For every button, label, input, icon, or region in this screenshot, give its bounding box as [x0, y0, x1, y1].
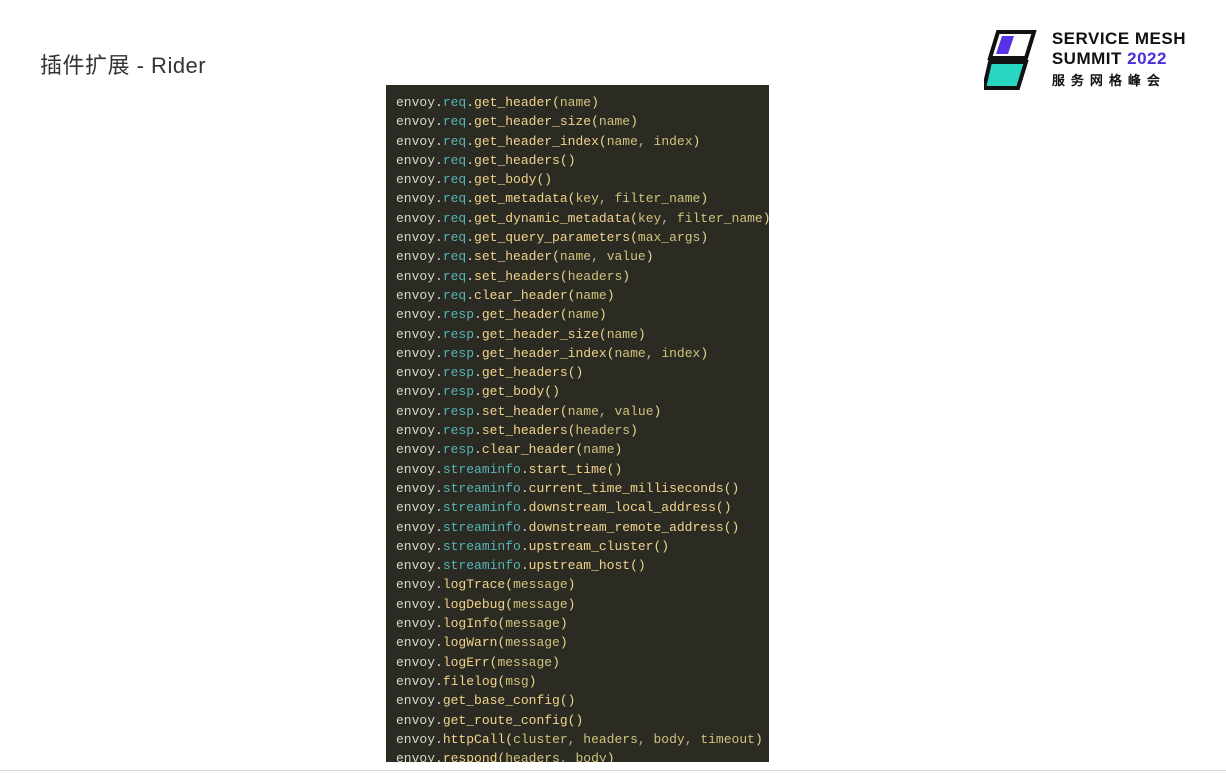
code-line: envoy.resp.get_header_size(name) [396, 325, 759, 344]
code-line: envoy.resp.set_headers(headers) [396, 421, 759, 440]
code-line: envoy.respond(headers, body) [396, 749, 759, 762]
code-line: envoy.resp.get_header_index(name, index) [396, 344, 759, 363]
code-line: envoy.req.clear_header(name) [396, 286, 759, 305]
code-line: envoy.streaminfo.downstream_local_addres… [396, 498, 759, 517]
page-title: 插件扩展 - Rider [40, 48, 206, 80]
code-line: envoy.resp.get_body() [396, 382, 759, 401]
footer-divider [0, 770, 1226, 771]
code-line: envoy.req.get_metadata(key, filter_name) [396, 189, 759, 208]
code-line: envoy.logTrace(message) [396, 575, 759, 594]
code-line: envoy.req.set_header(name, value) [396, 247, 759, 266]
logo-text: SERVICE MESH SUMMIT 2022 服务网格峰会 [1052, 29, 1186, 89]
code-line: envoy.logDebug(message) [396, 595, 759, 614]
code-line: envoy.req.get_query_parameters(max_args) [396, 228, 759, 247]
code-line: envoy.resp.set_header(name, value) [396, 402, 759, 421]
code-line: envoy.filelog(msg) [396, 672, 759, 691]
code-line: envoy.req.get_header_size(name) [396, 112, 759, 131]
code-line: envoy.req.get_dynamic_metadata(key, filt… [396, 209, 759, 228]
code-line: envoy.req.set_headers(headers) [396, 267, 759, 286]
code-line: envoy.streaminfo.start_time() [396, 460, 759, 479]
code-line: envoy.streaminfo.upstream_host() [396, 556, 759, 575]
code-line: envoy.streaminfo.upstream_cluster() [396, 537, 759, 556]
code-line: envoy.resp.get_headers() [396, 363, 759, 382]
code-line: envoy.get_route_config() [396, 711, 759, 730]
code-line: envoy.resp.clear_header(name) [396, 440, 759, 459]
code-line: envoy.req.get_header_index(name, index) [396, 132, 759, 151]
code-line: envoy.get_base_config() [396, 691, 759, 710]
code-line: envoy.req.get_headers() [396, 151, 759, 170]
logo-year: 2022 [1127, 49, 1167, 68]
logo-subtitle: 服务网格峰会 [1052, 70, 1186, 89]
slide: 插件扩展 - Rider SERVICE MESH SUMMIT 2022 服务… [0, 0, 1226, 774]
code-line: envoy.streaminfo.current_time_millisecon… [396, 479, 759, 498]
code-line: envoy.httpCall(cluster, headers, body, t… [396, 730, 759, 749]
code-block: envoy.req.get_header(name)envoy.req.get_… [386, 85, 769, 762]
code-line: envoy.streaminfo.downstream_remote_addre… [396, 518, 759, 537]
event-logo: SERVICE MESH SUMMIT 2022 服务网格峰会 [984, 28, 1186, 90]
logo-mark-icon [984, 28, 1040, 90]
code-line: envoy.logErr(message) [396, 653, 759, 672]
code-line: envoy.resp.get_header(name) [396, 305, 759, 324]
code-line: envoy.logWarn(message) [396, 633, 759, 652]
code-line: envoy.req.get_header(name) [396, 93, 759, 112]
logo-line1: SERVICE MESH [1052, 29, 1186, 48]
logo-line2a: SUMMIT [1052, 49, 1127, 68]
code-line: envoy.req.get_body() [396, 170, 759, 189]
code-line: envoy.logInfo(message) [396, 614, 759, 633]
